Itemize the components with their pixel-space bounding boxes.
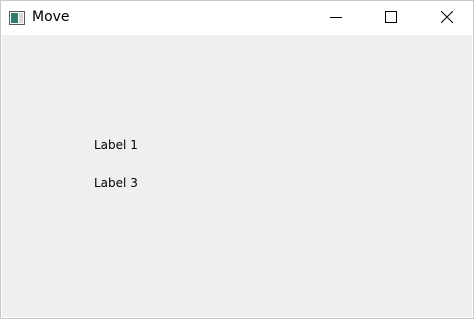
minimize-button[interactable] [313,1,359,33]
label-1: Label 1 [94,138,138,152]
maximize-button[interactable] [368,1,414,33]
close-icon [440,8,454,27]
app-window: Move Label 1 Label 3 [0,0,474,319]
maximize-icon [385,8,397,27]
window-title: Move [32,9,70,25]
label-3: Label 3 [94,176,138,190]
title-bar[interactable]: Move [1,1,473,34]
minimize-icon [330,8,342,27]
close-button[interactable] [424,1,470,33]
client-area: Label 1 Label 3 [2,35,472,317]
window-app-icon [9,10,25,25]
